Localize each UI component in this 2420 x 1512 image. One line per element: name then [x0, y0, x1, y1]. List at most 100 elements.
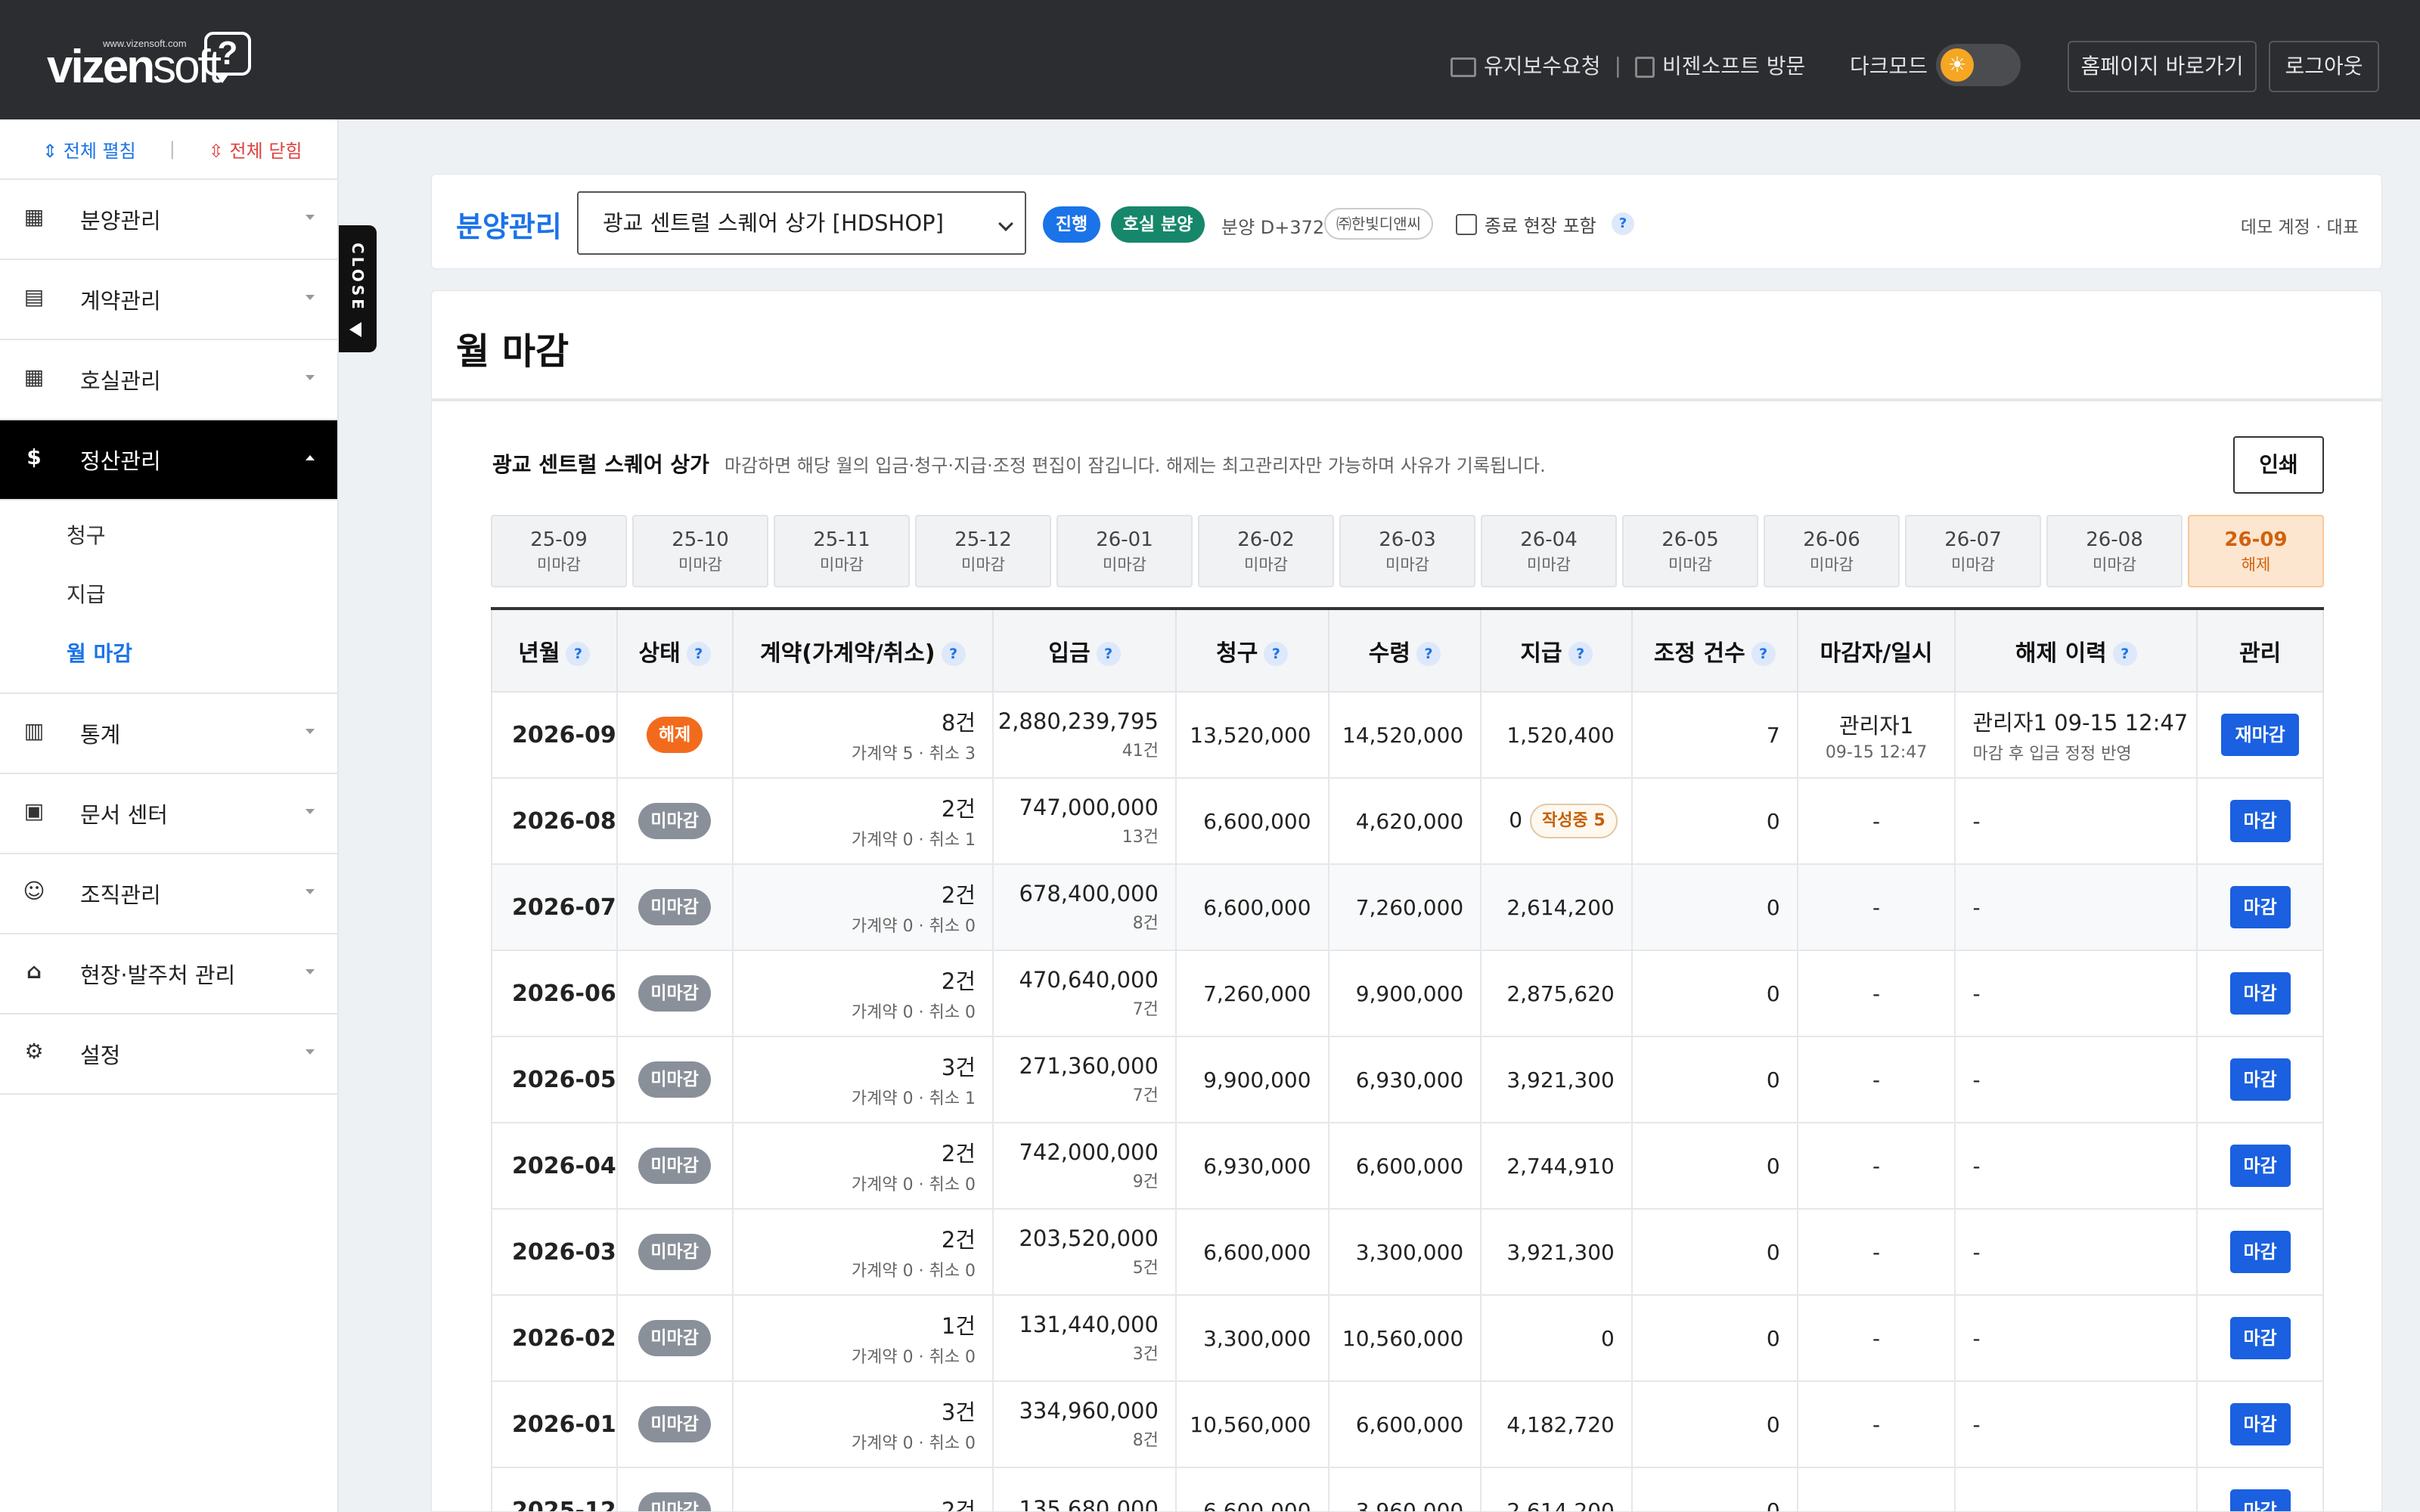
- help-icon[interactable]: ?: [1096, 642, 1121, 666]
- expand-all-button[interactable]: ⇕ 전체 펼침: [42, 136, 136, 163]
- people-icon: ☺: [23, 878, 45, 903]
- month-tab-current[interactable]: 26-09 해제: [2188, 515, 2324, 587]
- close-month-button[interactable]: 마감: [2229, 1231, 2291, 1273]
- close-month-button[interactable]: 마감: [2229, 972, 2291, 1015]
- month-tab[interactable]: 26-03 미마감: [1339, 515, 1475, 587]
- draft-badge[interactable]: 작성중 5: [1530, 804, 1618, 838]
- sidebar-item-label: 정산관리: [80, 448, 161, 474]
- site-select[interactable]: 광교 센트럴 스퀘어 상가 [HDSHOP]: [577, 191, 1026, 255]
- cell-received: 6,930,000: [1327, 1036, 1482, 1123]
- chevron-down-icon: [306, 969, 315, 974]
- close-month-button[interactable]: 마감: [2229, 1145, 2291, 1187]
- close-month-button[interactable]: 마감: [2229, 1403, 2291, 1445]
- table-row: 2026-05 미마감 3건 가계약 0 · 취소 1 271,360,000 7건…: [491, 1036, 2324, 1123]
- table-row: 2026-07 미마감 2건 가계약 0 · 취소 0 678,400,000 8건…: [491, 863, 2324, 951]
- month-tab[interactable]: 26-06 미마감: [1764, 515, 1900, 587]
- logout-button[interactable]: 로그아웃: [2269, 41, 2379, 92]
- month-tab[interactable]: 26-01 미마감: [1056, 515, 1193, 587]
- logo-text-bold: vizen: [47, 41, 155, 93]
- cell-status: 미마감: [616, 1467, 734, 1511]
- deposit-count: 9건: [1132, 1173, 1159, 1191]
- month-tab[interactable]: 26-08 미마감: [2046, 515, 2183, 587]
- collapse-all-button[interactable]: ⇳ 전체 닫힘: [209, 136, 302, 163]
- sidebar-item-statistics[interactable]: ▥ 통계: [0, 694, 337, 774]
- sidebar-item-label: 설정: [80, 1043, 121, 1068]
- cell-closer: 관리자1 09-15 12:47: [1796, 691, 1956, 779]
- calendar-icon: [1635, 57, 1655, 78]
- table-row: 2026-02 미마감 1건 가계약 0 · 취소 0 131,440,000 3건…: [491, 1294, 2324, 1382]
- cell-received: 10,560,000: [1327, 1294, 1482, 1382]
- company-tag: ㈜한빛디앤씨: [1324, 208, 1433, 240]
- chevron-down-icon: [306, 1049, 315, 1055]
- help-icon[interactable]: ?: [941, 642, 966, 666]
- column-header: 조정 건수?: [1630, 607, 1798, 692]
- sidebar-item-settlement[interactable]: $ 정산관리: [0, 420, 337, 500]
- month-tab[interactable]: 25-12 미마감: [915, 515, 1051, 587]
- help-icon[interactable]: ?: [1416, 642, 1441, 666]
- sidebar-subitem-monthly-close[interactable]: 월 마감: [0, 624, 337, 683]
- close-month-button[interactable]: 마감: [2229, 800, 2291, 842]
- cell-closer: -: [1796, 777, 1956, 865]
- month-label: 25-11: [813, 528, 870, 551]
- dark-mode-toggle[interactable]: ☀: [1936, 44, 2021, 86]
- sidebar-item-organization[interactable]: ☺ 조직관리: [0, 854, 337, 934]
- help-icon[interactable]: ?: [2112, 642, 2137, 666]
- cell-contracts: 2건 가계약 0 · 취소 0: [731, 863, 994, 951]
- sidebar-item-units[interactable]: ▦ 호실관리: [0, 340, 337, 420]
- help-icon[interactable]: ?: [1568, 642, 1593, 666]
- cell-action: 재마감: [2196, 691, 2324, 779]
- column-header-label: 청구: [1216, 640, 1258, 667]
- maintenance-link[interactable]: 유지보수요청: [1450, 50, 1601, 80]
- release-note: 마감 후 입금 정정 반영: [1972, 745, 2132, 764]
- sidebar-item-documents[interactable]: ▣ 문서 센터: [0, 774, 337, 854]
- help-icon[interactable]: ?: [1612, 212, 1634, 235]
- account-info: 데모 계정 · 대표: [2240, 218, 2359, 237]
- include-closed-toggle[interactable]: 종료 현장 포함: [1456, 211, 1596, 237]
- deposit-count: 8건: [1132, 914, 1159, 933]
- include-closed-checkbox[interactable]: [1456, 213, 1477, 235]
- cell-billed: 6,600,000: [1174, 1467, 1329, 1511]
- month-tab[interactable]: 25-09 미마감: [491, 515, 627, 587]
- homepage-button[interactable]: 홈페이지 바로가기: [2068, 41, 2257, 92]
- month-tab[interactable]: 25-11 미마감: [774, 515, 910, 587]
- sidebar-close-tab[interactable]: CLOSE: [339, 225, 377, 352]
- month-tab[interactable]: 26-04 미마감: [1481, 515, 1617, 587]
- reclose-button[interactable]: 재마감: [2221, 714, 2299, 756]
- month-tab[interactable]: 26-07 미마감: [1905, 515, 2041, 587]
- sidebar-subitem-payment[interactable]: 지급: [0, 565, 337, 624]
- month-selector: 25-09 미마감 25-10 미마감 25-11 미마감 25-12 미마감 26-0…: [491, 515, 2324, 587]
- table-row: 2026-01 미마감 3건 가계약 0 · 취소 0 334,960,000 8건…: [491, 1380, 2324, 1468]
- close-month-button[interactable]: 마감: [2229, 1058, 2291, 1101]
- column-header-label: 년월: [518, 640, 560, 667]
- visit-link[interactable]: 비젠소프트 방문: [1635, 50, 1805, 80]
- cell-paid: 3,921,300: [1480, 1208, 1633, 1296]
- sidebar-item-sales[interactable]: ▦ 분양관리: [0, 180, 337, 260]
- sidebar-item-sites[interactable]: ⌂ 현장·발주처 관리: [0, 934, 337, 1015]
- status-badge: 미마감: [638, 1234, 711, 1270]
- cell-received: 6,600,000: [1327, 1380, 1482, 1468]
- help-icon[interactable]: ?: [1264, 642, 1289, 666]
- monthly-close-card: 월 마감 광교 센트럴 스퀘어 상가 마감하면 해당 월의 입금·청구·지급·조…: [431, 290, 2382, 1512]
- cell-adjustments: 0: [1630, 863, 1798, 951]
- cell-contracts: 2건 가계약 0 · 취소 1: [731, 777, 994, 865]
- month-tab[interactable]: 26-02 미마감: [1198, 515, 1334, 587]
- sidebar-subitem-billing[interactable]: 청구: [0, 507, 337, 565]
- help-icon[interactable]: ?: [686, 642, 711, 666]
- deposit-amount: 747,000,000: [1019, 795, 1159, 820]
- month-tab[interactable]: 25-10 미마감: [632, 515, 768, 587]
- print-button[interactable]: 인쇄: [2233, 436, 2324, 494]
- cell-action: 마감: [2196, 1380, 2324, 1468]
- cell-release-history: -: [1954, 863, 2198, 951]
- vizensoft-logo[interactable]: www.vizensoft.com vizensoft ?: [47, 29, 259, 91]
- help-icon[interactable]: ?: [1751, 642, 1776, 666]
- close-month-button[interactable]: 마감: [2229, 1489, 2291, 1511]
- close-month-button[interactable]: 마감: [2229, 886, 2291, 928]
- sidebar-item-settings[interactable]: ⚙ 설정: [0, 1015, 337, 1095]
- close-month-button[interactable]: 마감: [2229, 1317, 2291, 1359]
- cell-status: 해제: [616, 691, 734, 779]
- help-icon[interactable]: ?: [566, 642, 591, 666]
- column-header-label: 지급: [1520, 640, 1562, 667]
- cell-adjustments: 0: [1630, 1122, 1798, 1210]
- sidebar-item-contracts[interactable]: ▤ 계약관리: [0, 260, 337, 340]
- month-tab[interactable]: 26-05 미마감: [1622, 515, 1758, 587]
